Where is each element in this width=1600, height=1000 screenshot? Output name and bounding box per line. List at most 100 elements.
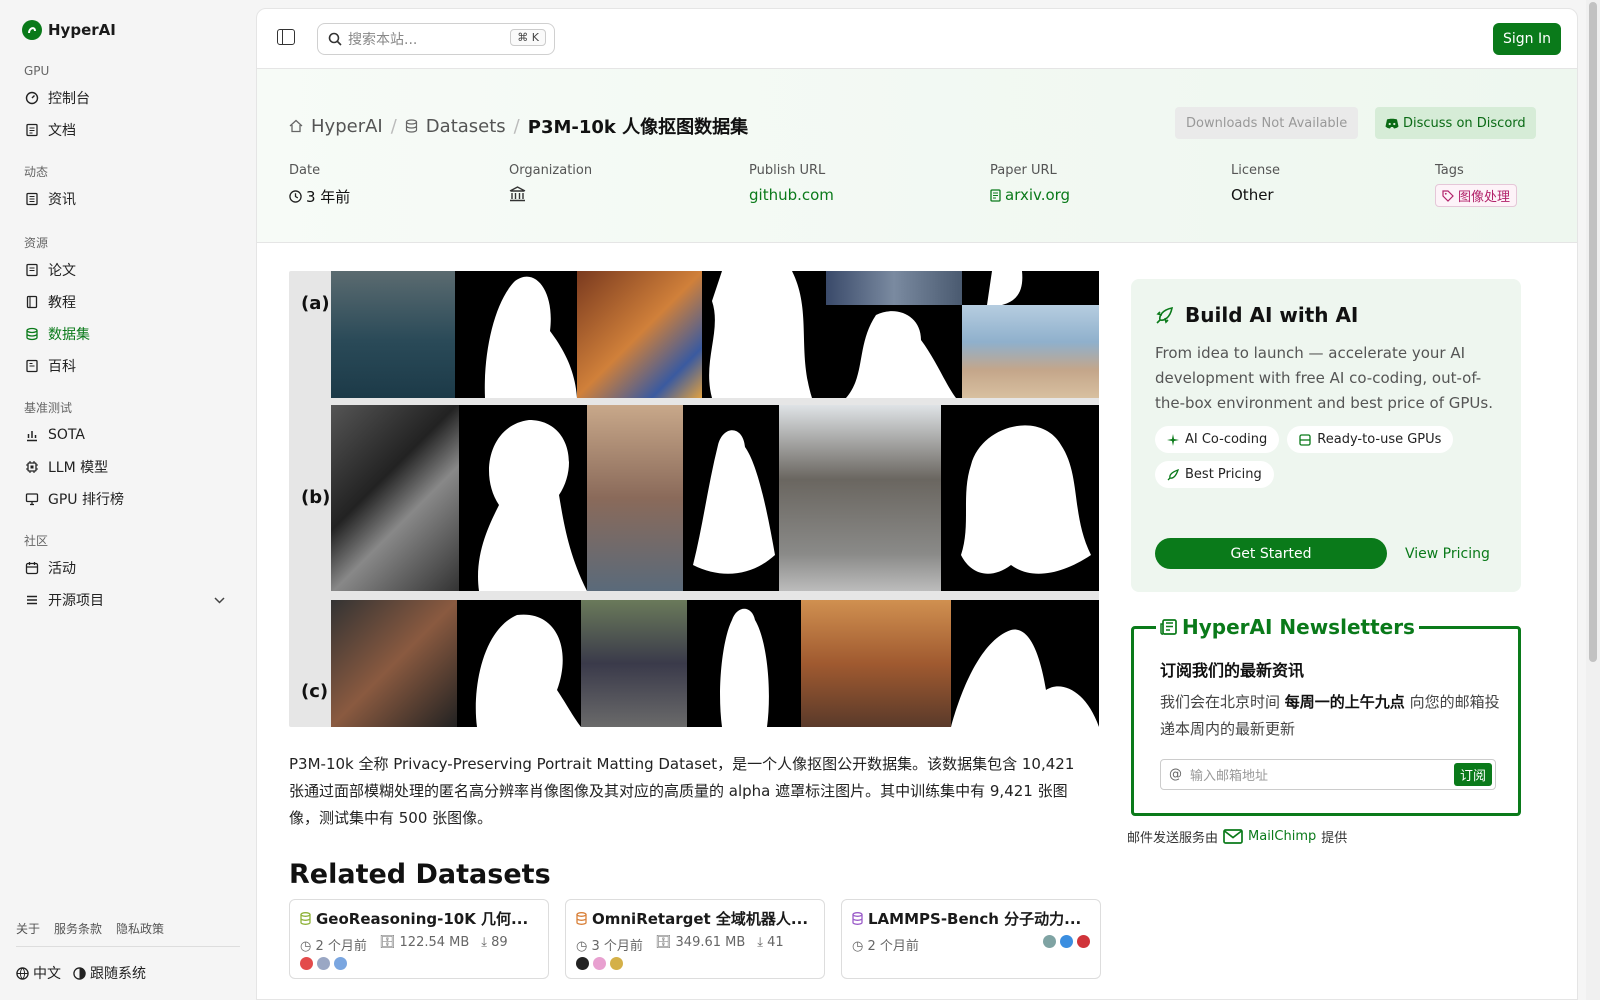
sidebar-item[interactable]: 百科 xyxy=(0,350,255,382)
cpu-icon xyxy=(25,460,39,474)
brand-logo-link[interactable]: HyperAI xyxy=(22,20,116,40)
matte-tile xyxy=(702,271,826,398)
meta-date: Date 3 年前 xyxy=(289,163,350,207)
chevron-down-icon[interactable] xyxy=(214,594,225,607)
sidebar-item-label: LLM 模型 xyxy=(48,460,109,476)
related-dataset-card[interactable]: OmniRetarget 全域机器人... ◷ 3 个月前 🗄 349.61 MB ⤓… xyxy=(565,899,825,979)
sidebar-item[interactable]: SOTA xyxy=(0,419,255,451)
sidebar-item[interactable]: 数据集 xyxy=(0,318,255,350)
time-meta: ◷ 2 个月前 xyxy=(300,939,367,954)
sidebar-item[interactable]: 开源项目 xyxy=(0,584,255,616)
tag-label: 图像处理 xyxy=(1458,190,1511,205)
sidebar-item[interactable]: 教程 xyxy=(0,286,255,318)
photo-tile xyxy=(331,405,459,591)
main-panel: 搜索本站... ⌘ K Sign In HyperAI / Datasets /… xyxy=(256,8,1578,1000)
theme-icon xyxy=(73,966,86,980)
subscribe-button[interactable]: 订阅 xyxy=(1453,763,1492,786)
newsletter-title: HyperAI Newsletters xyxy=(1182,615,1415,639)
paper-icon xyxy=(25,263,39,277)
doc-icon xyxy=(25,123,39,137)
breadcrumb: HyperAI / Datasets / P3M-10k 人像抠图数据集 xyxy=(289,113,748,139)
sidebar-item[interactable]: 控制台 xyxy=(0,82,255,114)
sidebar-item[interactable]: LLM 模型 xyxy=(0,451,255,483)
newsletter-text: 我们会在北京时间 每周一的上午九点 向您的邮箱投递本周内的最新更新 xyxy=(1160,693,1500,738)
breadcrumb-hyperai[interactable]: HyperAI xyxy=(311,116,383,137)
photo-tile xyxy=(962,305,1099,398)
org-avatar xyxy=(576,957,589,970)
newspaper-icon xyxy=(1160,619,1177,635)
related-title: OmniRetarget 全域机器人... xyxy=(592,910,809,928)
footer-link-terms[interactable]: 服务条款 xyxy=(54,920,102,937)
wiki-icon xyxy=(25,359,39,373)
sidebar-item[interactable]: 论文 xyxy=(0,254,255,286)
hyperai-logo-icon xyxy=(22,20,42,40)
search-input[interactable]: 搜索本站... ⌘ K xyxy=(317,23,555,55)
matte-tile xyxy=(687,600,801,727)
list-icon xyxy=(25,593,39,607)
discord-label: Discuss on Discord xyxy=(1403,115,1526,131)
mailchimp-link[interactable]: MailChimp xyxy=(1248,829,1316,844)
breadcrumb-datasets[interactable]: Datasets xyxy=(426,116,506,137)
time-meta: ◷ 2 个月前 xyxy=(852,939,919,954)
sidebar-item[interactable]: GPU 排行榜 xyxy=(0,483,255,515)
meta-license-label: License xyxy=(1231,163,1281,178)
server-icon xyxy=(1299,433,1311,446)
meta-organization: Organization xyxy=(509,163,592,202)
mail-icon xyxy=(1223,829,1243,844)
topbar: 搜索本站... ⌘ K Sign In xyxy=(257,9,1577,69)
gauge-icon xyxy=(25,91,39,105)
language-label: 中文 xyxy=(33,966,61,982)
chip-ai-coding: AI Co-coding xyxy=(1155,426,1280,453)
scrollbar[interactable] xyxy=(1586,0,1600,1000)
globe-icon xyxy=(16,966,29,980)
footer-link-about[interactable]: 关于 xyxy=(16,920,40,937)
discord-button[interactable]: Discuss on Discord xyxy=(1375,107,1536,139)
language-switcher[interactable]: 中文 xyxy=(16,963,61,983)
org-avatar xyxy=(334,957,347,970)
sidebar-toggle-icon[interactable] xyxy=(277,29,295,45)
building-icon xyxy=(509,186,526,202)
sign-in-button[interactable]: Sign In xyxy=(1493,23,1561,55)
downloads-button[interactable]: Downloads Not Available xyxy=(1175,107,1359,139)
meta-license: License Other xyxy=(1231,163,1280,204)
database-icon xyxy=(405,119,417,133)
org-avatar xyxy=(300,957,313,970)
downloads-meta: ⤓ 41 xyxy=(757,935,784,950)
matte-tile xyxy=(962,271,1099,305)
sidebar-bottom: 中文 跟随系统 xyxy=(16,963,146,983)
paper-url-link[interactable]: arxiv.org xyxy=(990,186,1070,204)
theme-switcher[interactable]: 跟随系统 xyxy=(73,963,146,983)
meta-publish-label: Publish URL xyxy=(749,163,826,178)
nav-heading: 社区 xyxy=(24,534,49,548)
meta-publish-url: Publish URL github.com xyxy=(749,163,834,204)
breadcrumb-separator: / xyxy=(390,115,397,137)
footer-link-privacy[interactable]: 隐私政策 xyxy=(116,920,164,937)
row-label-c: (c) xyxy=(301,681,329,702)
tag-image-processing[interactable]: 图像处理 xyxy=(1435,184,1518,207)
scrollbar-thumb[interactable] xyxy=(1589,2,1597,662)
related-dataset-card[interactable]: GeoReasoning-10K 几何... ◷ 2 个月前 🗄 122.54 MB… xyxy=(289,899,549,979)
newsletter-card: HyperAI Newsletters 订阅我们的最新资讯 我们会在北京时间 每… xyxy=(1131,615,1521,816)
org-avatar xyxy=(593,957,606,970)
email-field[interactable]: @ 输入邮箱地址 订阅 xyxy=(1160,759,1496,790)
sidebar-item[interactable]: 活动 xyxy=(0,552,255,584)
meta-paper-url: Paper URL arxiv.org xyxy=(990,163,1070,204)
dataset-header: HyperAI / Datasets / P3M-10k 人像抠图数据集 Dow… xyxy=(257,69,1577,243)
breadcrumb-separator: / xyxy=(513,115,520,137)
size-meta: 🗄 122.54 MB xyxy=(378,935,470,950)
matte-tile xyxy=(826,305,962,398)
get-started-button[interactable]: Get Started xyxy=(1155,538,1387,569)
related-title: LAMMPS-Bench 分子动力... xyxy=(868,910,1082,928)
sidebar-item[interactable]: 文档 xyxy=(0,114,255,146)
sidebar-item-label: 开源项目 xyxy=(48,593,104,609)
photo-tile xyxy=(801,600,951,727)
org-avatar xyxy=(1060,935,1073,948)
sidebar-item[interactable]: 资讯 xyxy=(0,183,255,215)
meta-license-value: Other xyxy=(1231,186,1274,204)
publish-url-link[interactable]: github.com xyxy=(749,186,834,204)
related-dataset-card[interactable]: LAMMPS-Bench 分子动力... ◷ 2 个月前 xyxy=(841,899,1101,979)
photo-tile xyxy=(826,271,962,305)
nav-heading: GPU xyxy=(24,64,50,78)
view-pricing-link[interactable]: View Pricing xyxy=(1405,546,1490,562)
calendar-icon xyxy=(25,561,39,575)
